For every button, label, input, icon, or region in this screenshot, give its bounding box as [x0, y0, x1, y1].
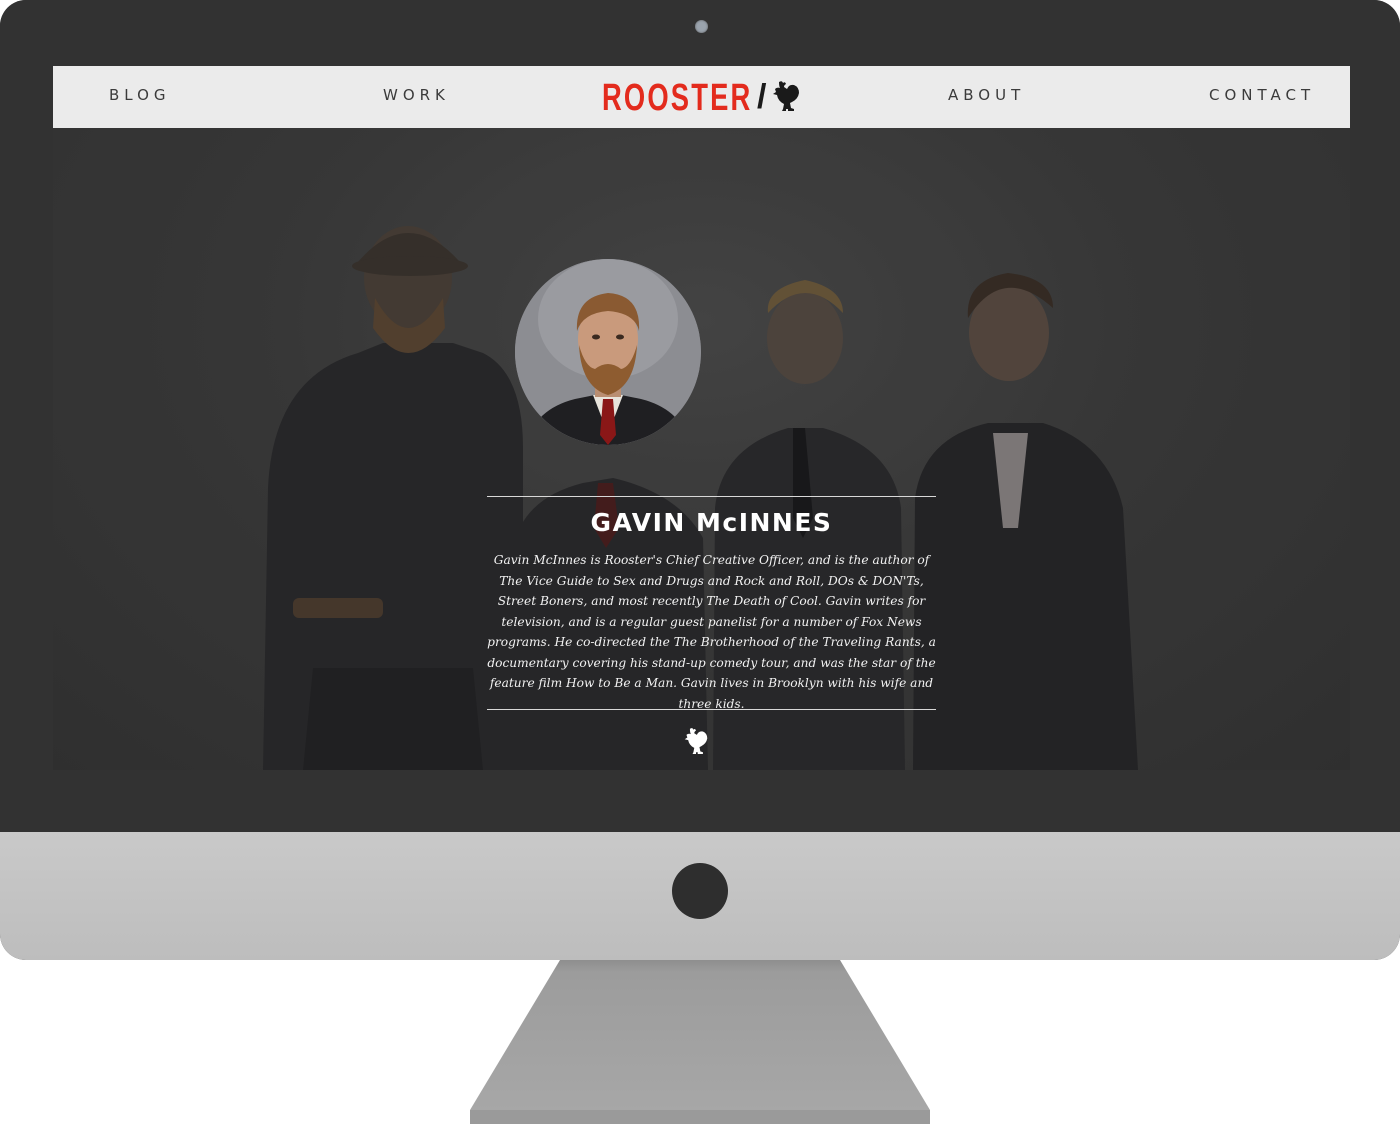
logo-wordmark: ROOSTER — [602, 76, 753, 119]
logo-slash: / — [757, 78, 767, 116]
divider-bottom — [487, 709, 936, 710]
website-screen: BLOG WORK ROOSTER / ABOUT CONTACT GAVIN … — [53, 66, 1350, 770]
profile-portrait — [515, 259, 701, 445]
site-logo[interactable]: ROOSTER / — [602, 76, 812, 120]
monitor-stand — [470, 960, 930, 1124]
camera-icon — [695, 20, 708, 33]
portrait-image — [515, 259, 701, 445]
home-button-icon — [672, 863, 728, 919]
rooster-icon[interactable] — [683, 726, 709, 756]
profile-bio: Gavin McInnes is Rooster's Chief Creativ… — [487, 553, 936, 711]
nav-contact[interactable]: CONTACT — [1209, 86, 1315, 104]
nav-blog[interactable]: BLOG — [109, 86, 171, 104]
divider-top — [487, 496, 936, 497]
desktop-mockup: BLOG WORK ROOSTER / ABOUT CONTACT GAVIN … — [0, 0, 1400, 1124]
nav-work[interactable]: WORK — [383, 86, 450, 104]
profile-name: GAVIN McINNES — [590, 508, 833, 537]
nav-about[interactable]: ABOUT — [948, 86, 1025, 104]
monitor-stand-base — [470, 1110, 930, 1124]
top-navigation: BLOG WORK ROOSTER / ABOUT CONTACT — [53, 66, 1350, 128]
rooster-icon — [773, 81, 799, 111]
